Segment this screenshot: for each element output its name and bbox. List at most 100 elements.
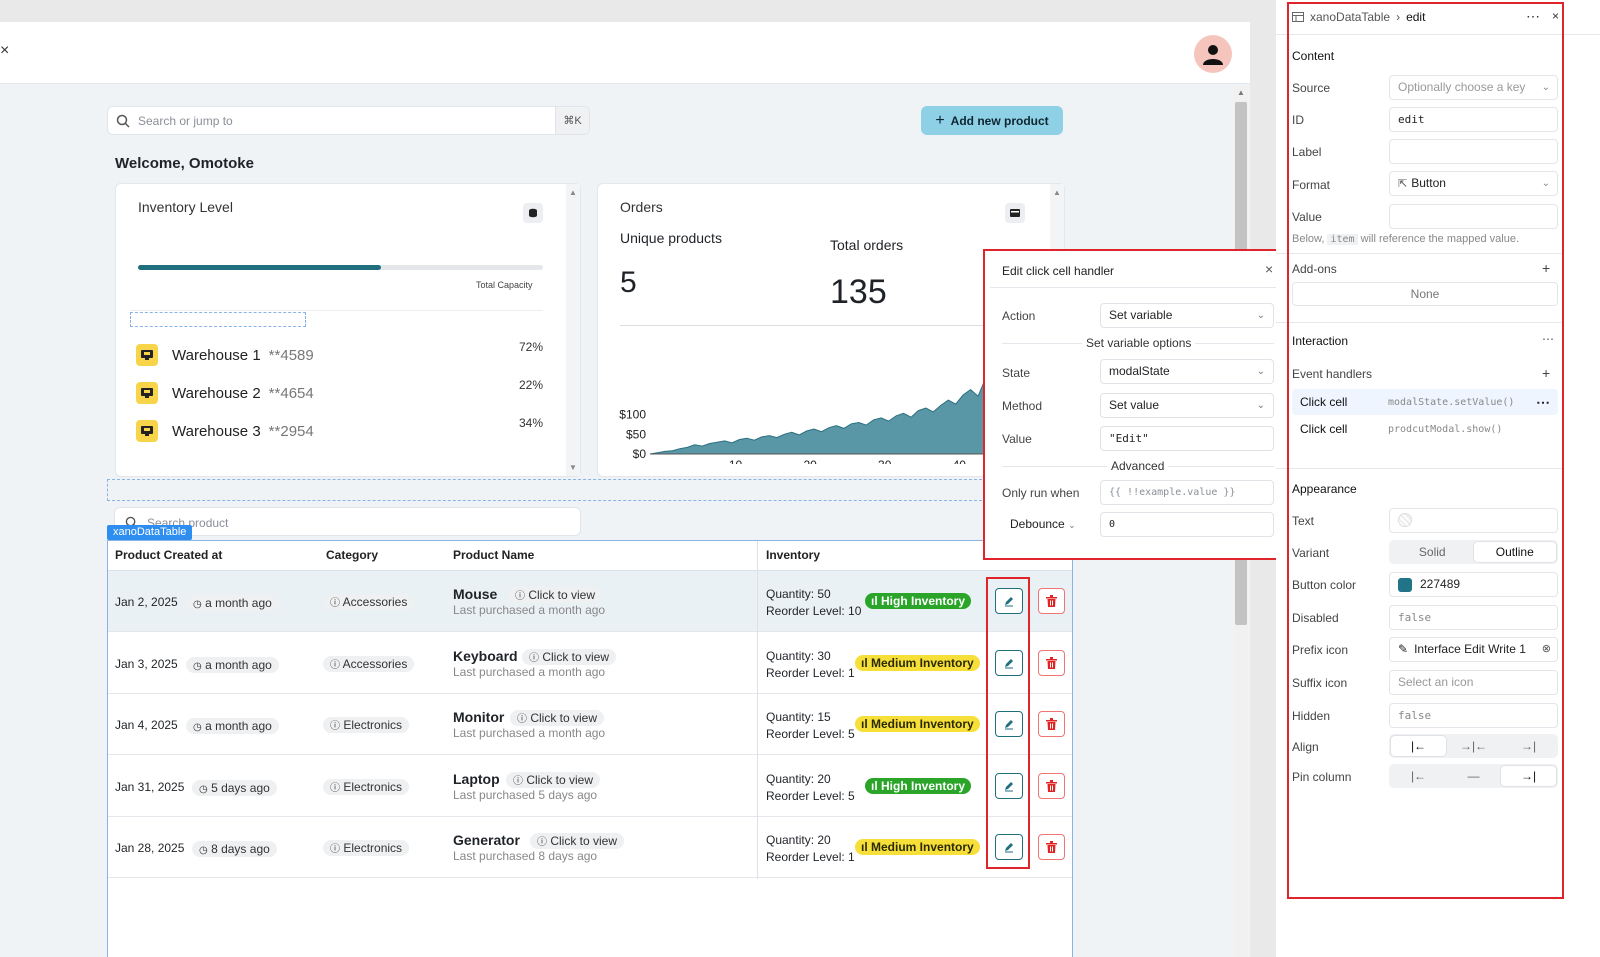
warehouse-name: Warehouse 2	[172, 384, 261, 402]
time-ago-badge: ◷ 8 days ago	[192, 841, 277, 857]
product-name[interactable]: Laptop	[453, 771, 500, 787]
bar-chart-icon: ıl	[871, 778, 878, 793]
edit-click-cell-handler-popup: Edit click cell handler × Action Set var…	[983, 249, 1288, 560]
inventory-badge: ıl Medium Inventory	[855, 716, 980, 732]
trash-icon	[1046, 841, 1057, 853]
state-label: State	[1002, 366, 1031, 380]
table-row[interactable]: Jan 31, 2025 ◷ 5 days ago ⓘ Electronics …	[108, 756, 1072, 817]
quantity: Quantity: 20	[766, 771, 831, 786]
created-date: Jan 28, 2025	[115, 841, 185, 855]
product-data-table: Product Created at Category Product Name…	[107, 540, 1073, 957]
divider	[130, 310, 543, 311]
state-select[interactable]: modalState ⌄	[1100, 359, 1274, 384]
header-product-name[interactable]: Product Name	[453, 541, 534, 570]
highlight-panel	[1287, 2, 1564, 899]
delete-button[interactable]	[1038, 649, 1065, 676]
trash-icon	[1046, 656, 1057, 669]
inventory-info: Quantity: 30 Reorder Level: 1	[766, 648, 861, 682]
product-name[interactable]: Monitor	[453, 709, 504, 725]
x-tick-label: 30	[878, 458, 892, 464]
inventory-status: High Inventory	[881, 778, 966, 793]
debounce-toggle[interactable]: Debounce ⌄	[1010, 517, 1076, 531]
click-to-view-badge[interactable]: ⓘ Click to view	[506, 771, 601, 788]
user-avatar[interactable]	[1194, 35, 1232, 73]
warehouse-percent: 34%	[519, 416, 544, 430]
inventory-badge: ıl Medium Inventory	[855, 654, 980, 671]
time-ago-badge: ◷ a month ago	[186, 656, 279, 673]
method-select[interactable]: Set value ⌄	[1100, 393, 1274, 418]
click-to-view-badge[interactable]: ⓘ Click to view	[530, 833, 625, 849]
last-purchased: Last purchased 8 days ago	[453, 849, 598, 863]
category: Electronics	[343, 779, 403, 794]
reorder-level: Reorder Level: 1	[766, 850, 855, 864]
y-tick-label: $0	[633, 447, 647, 461]
only-run-input[interactable]: {{ !!example.value }}	[1100, 480, 1274, 505]
table-row[interactable]: Jan 4, 2025 ◷ a month ago ⓘ Electronics …	[108, 694, 1072, 755]
category-badge: ⓘ Electronics	[323, 840, 410, 856]
inventory-info: Quantity: 20 Reorder Level: 5	[766, 771, 861, 805]
warehouse-row[interactable]: Warehouse 3 **2954	[136, 419, 314, 443]
add-product-button[interactable]: + Add new product	[921, 106, 1063, 135]
click-to-view-badge[interactable]: ⓘ Click to view	[508, 587, 603, 603]
warehouse-row[interactable]: Warehouse 2 **4654	[136, 381, 314, 405]
welcome-heading: Welcome, Omotoke	[115, 155, 254, 172]
capacity-label: Total Capacity	[476, 280, 533, 290]
value-label: Value	[1002, 432, 1032, 446]
x-tick-label: 10	[729, 458, 743, 464]
category: Accessories	[342, 595, 408, 609]
header-category[interactable]: Category	[326, 541, 378, 570]
delete-button[interactable]	[1038, 772, 1065, 799]
card-scrollbar[interactable]: ▲ ▼	[566, 184, 580, 476]
component-tag[interactable]: xanoDataTable	[107, 525, 193, 540]
header-inventory[interactable]: Inventory	[766, 541, 820, 570]
database-icon[interactable]	[523, 203, 543, 223]
warehouse-number: **2954	[268, 422, 314, 440]
unique-products-value: 5	[620, 266, 637, 299]
last-purchased: Last purchased 5 days ago	[453, 787, 598, 802]
drop-zone	[107, 479, 987, 501]
value-input[interactable]: "Edit"	[1100, 426, 1274, 451]
global-search[interactable]: Search or jump to ⌘K	[107, 106, 590, 135]
drop-zone	[130, 312, 306, 327]
table-row[interactable]: Jan 2, 2025 ◷ a month ago ⓘ Accessories …	[108, 571, 1072, 632]
product-name[interactable]: Keyboard	[453, 648, 518, 664]
clock-icon: ◷	[193, 599, 202, 610]
bar-chart-icon: ıl	[861, 840, 868, 854]
info-icon: ⓘ	[517, 714, 527, 725]
trash-icon	[1046, 718, 1057, 730]
orders-area-chart: $0 $50 $100 10 20 30 40	[619, 374, 988, 464]
close-icon[interactable]: ×	[1265, 261, 1273, 277]
delete-button[interactable]	[1038, 834, 1065, 860]
last-purchased: Last purchased a month ago	[453, 603, 606, 617]
unique-products-label: Unique products	[620, 230, 722, 246]
created-date: Jan 31, 2025	[115, 779, 185, 794]
warehouse-row[interactable]: Warehouse 1 **4589	[136, 343, 314, 367]
delete-button[interactable]	[1038, 588, 1065, 614]
set-variable-options-heading: Set variable options	[1082, 336, 1196, 350]
time-ago: a month ago	[205, 657, 272, 672]
click-to-view-badge[interactable]: ⓘ Click to view	[510, 710, 605, 726]
table-row[interactable]: Jan 3, 2025 ◷ a month ago ⓘ Accessories …	[108, 633, 1072, 694]
category-badge: ⓘ Accessories	[323, 655, 415, 672]
product-name[interactable]: Generator	[453, 832, 520, 848]
total-orders-label: Total orders	[830, 237, 904, 253]
method-value: Set value	[1109, 398, 1160, 412]
created-date: Jan 3, 2025	[115, 656, 178, 671]
debounce-input[interactable]: 0	[1100, 512, 1274, 537]
close-icon[interactable]: ×	[0, 42, 9, 60]
add-product-label: Add new product	[950, 113, 1049, 128]
clock-icon: ◷	[199, 845, 208, 856]
inventory-badge: ıl High Inventory	[865, 777, 972, 794]
search-placeholder: Search or jump to	[138, 113, 233, 128]
table-row[interactable]: Jan 28, 2025 ◷ 8 days ago ⓘ Electronics …	[108, 817, 1072, 878]
time-ago: 5 days ago	[211, 780, 270, 795]
header-created[interactable]: Product Created at	[115, 541, 222, 570]
product-name[interactable]: Mouse	[453, 586, 497, 602]
clock-icon: ◷	[199, 783, 208, 795]
delete-button[interactable]	[1038, 711, 1065, 737]
action-select[interactable]: Set variable ⌄	[1100, 303, 1274, 328]
orders-area-series	[649, 374, 988, 455]
card-icon[interactable]	[1005, 203, 1025, 223]
click-to-view-badge[interactable]: ⓘ Click to view	[522, 648, 617, 665]
info-icon: ⓘ	[537, 837, 547, 848]
